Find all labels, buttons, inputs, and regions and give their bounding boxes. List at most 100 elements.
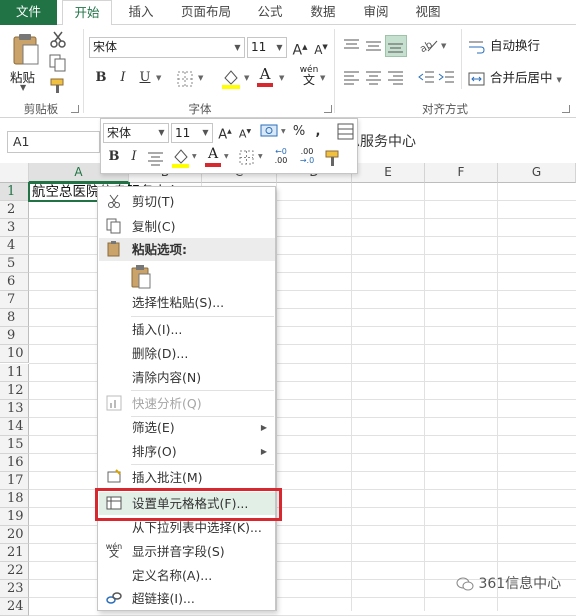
format-painter-button[interactable] bbox=[48, 75, 72, 95]
mini-font-color-button[interactable]: A bbox=[204, 146, 222, 170]
orientation-button[interactable]: ab bbox=[418, 35, 440, 57]
phonetic-button[interactable]: wén 文 bbox=[298, 65, 320, 89]
tab-view[interactable]: 视图 bbox=[406, 0, 450, 25]
row-header[interactable]: 8 bbox=[0, 309, 29, 328]
tab-file[interactable]: 文件 bbox=[0, 0, 57, 25]
mini-decrease-decimal-button[interactable]: .00 →.0 bbox=[295, 147, 319, 169]
row-header[interactable]: 2 bbox=[0, 201, 29, 220]
grow-font-button[interactable]: A▲ bbox=[292, 37, 308, 59]
chevron-down-icon[interactable]: ▼ bbox=[198, 74, 203, 82]
row-header[interactable]: 16 bbox=[0, 453, 29, 472]
fill-color-button[interactable] bbox=[220, 67, 242, 89]
underline-button[interactable]: U bbox=[137, 68, 153, 90]
mini-format-painter-button[interactable] bbox=[323, 147, 343, 169]
row-header[interactable]: 6 bbox=[0, 273, 29, 292]
mini-grow-font-button[interactable]: A▲ bbox=[217, 122, 233, 144]
row-header[interactable]: 20 bbox=[0, 525, 29, 544]
menu-item-define-name[interactable]: 定义名称(A)... bbox=[99, 564, 275, 587]
name-box[interactable]: A1 bbox=[7, 131, 100, 153]
clipboard-dialog-launcher[interactable] bbox=[71, 105, 79, 113]
menu-item-insert-comment[interactable]: 插入批注(M) bbox=[99, 466, 275, 489]
font-size-combo[interactable]: 11 ▼ bbox=[247, 37, 287, 58]
row-header[interactable]: 15 bbox=[0, 435, 29, 454]
mini-font-name-combo[interactable]: 宋体 ▼ bbox=[103, 123, 169, 143]
row-header[interactable]: 4 bbox=[0, 237, 29, 256]
menu-item-sort[interactable]: 排序(O) ▶ bbox=[99, 440, 275, 463]
row-header[interactable]: 5 bbox=[0, 255, 29, 274]
mini-comma-button[interactable]: , bbox=[311, 122, 325, 144]
menu-item-copy[interactable]: 复制(C) bbox=[99, 215, 275, 238]
mini-shrink-font-button[interactable]: A▼ bbox=[237, 122, 253, 144]
column-header-g[interactable]: G bbox=[498, 163, 576, 183]
row-header[interactable]: 3 bbox=[0, 219, 29, 238]
align-top-button[interactable] bbox=[343, 37, 361, 55]
align-right-button[interactable] bbox=[387, 68, 405, 86]
row-header[interactable]: 10 bbox=[0, 345, 29, 364]
menu-item-paste-special[interactable]: 选择性粘贴(S)... bbox=[99, 291, 275, 314]
font-name-combo[interactable]: 宋体 ▼ bbox=[89, 37, 245, 58]
mini-borders-button[interactable] bbox=[238, 149, 256, 167]
font-dialog-launcher[interactable] bbox=[324, 105, 332, 113]
row-header[interactable]: 17 bbox=[0, 471, 29, 490]
row-header[interactable]: 24 bbox=[0, 598, 29, 616]
font-color-button[interactable]: A bbox=[255, 65, 275, 89]
row-header[interactable]: 1 bbox=[0, 183, 29, 202]
cut-button[interactable] bbox=[48, 30, 68, 50]
menu-item-show-phonetic[interactable]: wén 文 显示拼音字段(S) bbox=[99, 540, 275, 563]
row-header[interactable]: 7 bbox=[0, 291, 29, 310]
row-header[interactable]: 13 bbox=[0, 399, 29, 418]
copy-button[interactable] bbox=[48, 53, 72, 73]
row-header[interactable]: 18 bbox=[0, 489, 29, 508]
tab-insert[interactable]: 插入 bbox=[118, 0, 164, 25]
row-header[interactable]: 11 bbox=[0, 363, 29, 382]
tab-home[interactable]: 开始 bbox=[62, 0, 112, 26]
menu-item-insert[interactable]: 插入(I)... bbox=[99, 318, 275, 341]
row-header[interactable]: 12 bbox=[0, 381, 29, 400]
paste-button[interactable]: 粘贴 ▼ bbox=[8, 31, 42, 92]
mini-fill-color-button[interactable] bbox=[171, 147, 191, 169]
mini-font-size-combo[interactable]: 11 ▼ bbox=[171, 123, 213, 143]
mini-accounting-format-button[interactable] bbox=[259, 122, 281, 142]
chevron-down-icon[interactable]: ▼ bbox=[258, 153, 263, 160]
align-left-button[interactable] bbox=[343, 68, 361, 86]
row-header[interactable]: 22 bbox=[0, 562, 29, 581]
chevron-down-icon[interactable]: ▼ bbox=[279, 74, 284, 82]
chevron-down-icon[interactable]: ▼ bbox=[441, 42, 446, 50]
mini-italic-button[interactable]: I bbox=[127, 147, 141, 169]
mini-increase-decimal-button[interactable]: ←0.00 bbox=[269, 147, 293, 169]
decrease-indent-button[interactable] bbox=[418, 68, 436, 86]
tab-page-layout[interactable]: 页面布局 bbox=[172, 0, 240, 25]
italic-button[interactable]: I bbox=[115, 68, 131, 90]
chevron-down-icon[interactable]: ▼ bbox=[224, 153, 229, 160]
increase-indent-button[interactable] bbox=[438, 68, 456, 86]
paste-option-button[interactable] bbox=[129, 264, 153, 290]
tab-data[interactable]: 数据 bbox=[300, 0, 346, 25]
menu-item-clear-contents[interactable]: 清除内容(N) bbox=[99, 366, 275, 389]
chevron-down-icon[interactable]: ▼ bbox=[320, 74, 325, 82]
bold-button[interactable]: B bbox=[93, 68, 109, 90]
chevron-down-icon[interactable]: ▼ bbox=[281, 128, 286, 135]
chevron-down-icon[interactable]: ▼ bbox=[244, 74, 249, 82]
mini-center-button[interactable] bbox=[147, 150, 165, 166]
align-bottom-button[interactable] bbox=[385, 35, 407, 57]
mini-percent-button[interactable]: % bbox=[291, 122, 307, 144]
menu-item-filter[interactable]: 筛选(E) ▶ bbox=[99, 416, 275, 439]
mini-format-cells-button[interactable] bbox=[337, 122, 355, 142]
mini-bold-button[interactable]: B bbox=[107, 147, 121, 169]
select-all-corner[interactable] bbox=[0, 163, 29, 183]
chevron-down-icon[interactable]: ▼ bbox=[192, 153, 197, 160]
align-center-button[interactable] bbox=[365, 68, 383, 86]
column-header-f[interactable]: F bbox=[425, 163, 498, 183]
tab-formulas[interactable]: 公式 bbox=[248, 0, 292, 25]
shrink-font-button[interactable]: A▼ bbox=[313, 37, 329, 59]
merge-center-button[interactable]: 合并后居中 ▼ bbox=[468, 67, 576, 89]
row-header[interactable]: 23 bbox=[0, 580, 29, 599]
row-header[interactable]: 19 bbox=[0, 507, 29, 526]
chevron-down-icon[interactable]: ▼ bbox=[156, 74, 161, 82]
tab-review[interactable]: 审阅 bbox=[354, 0, 398, 25]
wrap-text-button[interactable]: 自动换行 bbox=[468, 35, 576, 57]
borders-button[interactable] bbox=[176, 70, 196, 88]
row-header[interactable]: 9 bbox=[0, 327, 29, 346]
menu-item-delete[interactable]: 删除(D)... bbox=[99, 342, 275, 365]
row-header[interactable]: 14 bbox=[0, 417, 29, 436]
